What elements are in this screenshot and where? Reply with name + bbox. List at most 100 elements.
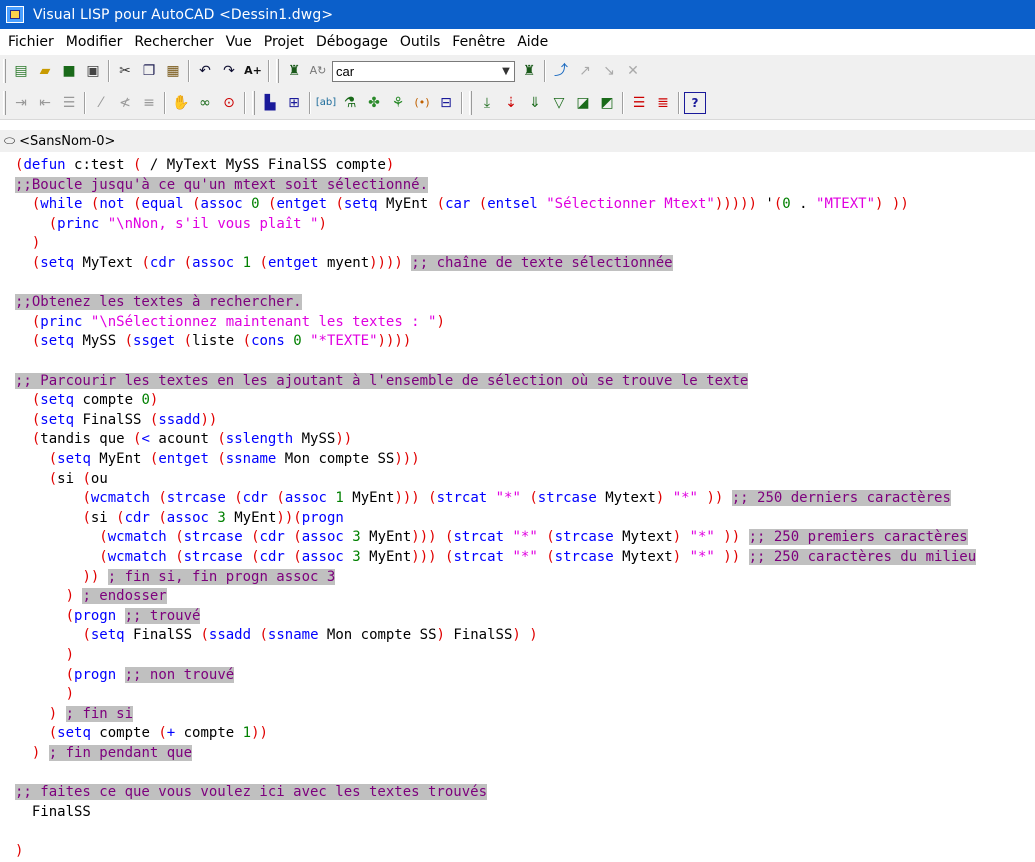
step-into-icon[interactable]: ⤓ [476,92,498,114]
menu-fichier[interactable]: Fichier [2,34,60,50]
toolbar-grip[interactable] [276,59,279,83]
menu-fenetre[interactable]: Fenêtre [446,34,511,50]
replace-icon[interactable]: A↻ [307,60,329,82]
cut-icon[interactable]: ✂ [114,60,136,82]
inspect-icon[interactable]: [ab] [315,92,337,114]
code-line[interactable]: (princ "\nNon, s'il vous plaît ") [15,215,327,235]
menu-outils[interactable]: Outils [394,34,446,50]
find-icon[interactable]: ♜ [283,60,305,82]
complete-word-icon[interactable]: A+ [242,60,264,82]
code-line[interactable]: (si (cdr (assoc 3 MyEnt))(progn [15,509,343,529]
code-line[interactable]: (tandis que (< acount (sslength MySS)) [15,430,352,450]
code-line[interactable]: (wcmatch (strcase (cdr (assoc 1 MyEnt)))… [15,489,951,509]
code-line[interactable]: ;;Obtenez les textes à rechercher. [15,293,302,313]
code-function: assoc [192,255,235,271]
document-tab[interactable]: ⬭ <SansNom-0> [0,134,115,149]
code-line[interactable]: (setq compte 0) [15,391,158,411]
code-line[interactable]: ) [15,842,23,862]
code-symbol: MyEnt [225,509,277,526]
previous-bookmark-icon[interactable]: ↘ [598,60,620,82]
code-line[interactable]: (setq FinalSS (ssadd (ssname Mon compte … [15,626,537,646]
code-line[interactable]: FinalSS [15,803,91,823]
code-symbol [15,745,32,761]
toolbar-grip[interactable] [3,91,6,115]
code-line[interactable]: ;; faites ce que vous voulez ici avec le… [15,783,488,803]
code-line[interactable]: (princ "\nSélectionnez maintenant les te… [15,313,445,333]
comment-icon[interactable]: ⁄ [90,92,112,114]
menu-aide[interactable]: Aide [511,34,554,50]
new-file-icon[interactable]: ▤ [10,60,32,82]
step-over-icon[interactable]: ⇣ [500,92,522,114]
indent-block-icon[interactable]: ☰ [58,92,80,114]
menu-projet[interactable]: Projet [258,34,310,50]
code-line[interactable]: (setq MyText (cdr (assoc 1 (entget myent… [15,254,673,274]
code-line[interactable]: (si (ou [15,470,108,490]
code-line[interactable]: (setq MySS (ssget (liste (cons 0 "*TEXTE… [15,332,411,352]
code-line[interactable]: (while (not (equal (assoc 0 (entget (set… [15,195,909,215]
save-icon[interactable]: ■ [58,60,80,82]
code-line[interactable]: (defun c:test ( / MyText MySS FinalSS co… [15,156,394,176]
code-number: 0 [782,196,791,213]
activate-autocad-icon[interactable]: ▙ [259,92,281,114]
print-icon[interactable]: ▣ [82,60,104,82]
code-line[interactable]: ) ; fin si [15,705,134,725]
apropos-icon[interactable]: ✤ [363,92,385,114]
code-function: entsel [487,196,538,213]
last-break-icon[interactable]: ≣ [652,92,674,114]
unindent-icon[interactable]: ⇤ [34,92,56,114]
step-out-icon[interactable]: ⇓ [524,92,546,114]
menu-vue[interactable]: Vue [220,34,258,50]
code-line[interactable]: ;; Parcourir les textes en les ajoutant … [15,372,749,392]
trace-icon[interactable]: ⚘ [387,92,409,114]
menu-debogage[interactable]: Débogage [310,34,394,50]
indent-icon[interactable]: ⇥ [10,92,32,114]
paste-icon[interactable]: ▦ [162,60,184,82]
next-bookmark-icon[interactable]: ↗ [574,60,596,82]
check-selection-icon[interactable]: ∞ [194,92,216,114]
help-icon[interactable]: ? [684,92,706,114]
toolbar-grip[interactable] [252,91,255,115]
copy-icon[interactable]: ❐ [138,60,160,82]
toggle-bookmark-icon[interactable]: ⤴ [550,60,572,82]
search-combo[interactable]: car ▼ [332,60,515,82]
code-line[interactable]: ) ; endosser [15,587,167,607]
code-line[interactable]: (progn ;; trouvé [15,607,201,627]
open-icon[interactable]: ▰ [34,60,56,82]
console-icon[interactable]: ⊟ [435,92,457,114]
redo-icon[interactable]: ↷ [218,60,240,82]
code-line[interactable]: (setq MyEnt (entget (ssname Mon compte S… [15,450,420,470]
quit-icon[interactable]: ◪ [572,92,594,114]
code-line[interactable]: (wcmatch (strcase (cdr (assoc 3 MyEnt)))… [15,548,977,568]
format-icon[interactable]: ≡ [138,92,160,114]
clear-bookmarks-icon[interactable]: ✕ [622,60,644,82]
code-line[interactable]: ) ; fin pendant que [15,744,193,764]
menu-rechercher[interactable]: Rechercher [128,34,219,50]
code-line[interactable]: )) ; fin si, fin progn assoc 3 [15,568,336,588]
undo-icon[interactable]: ↶ [194,60,216,82]
symbol-service-icon[interactable]: (•) [411,92,433,114]
code-line[interactable]: ;;Boucle jusqu'à ce qu'un mtext soit sél… [15,176,429,196]
toggle-breakpoint-icon[interactable]: ☰ [628,92,650,114]
code-line[interactable]: (setq compte (+ compte 1)) [15,724,268,744]
watch-icon[interactable]: ⚗ [339,92,361,114]
toolbar-row-1: ▤ ▰ ■ ▣ ✂ ❐ ▦ ↶ ↷ A+ ♜ A↻ car ▼ ♜ ⤴ ↗ ↘ … [0,55,1035,87]
code-number: 3 [352,549,361,565]
toolbar-grip[interactable] [469,91,472,115]
menu-modifier[interactable]: Modifier [60,34,129,50]
code-editor[interactable]: (defun c:test ( / MyText MySS FinalSS co… [0,153,1035,862]
find-toolbar-icon[interactable]: ♜ [518,60,540,82]
code-line[interactable]: (wcmatch (strcase (cdr (assoc 3 MyEnt)))… [15,528,968,548]
code-line[interactable]: (progn ;; non trouvé [15,666,235,686]
code-line[interactable]: ) [15,234,40,254]
uncomment-icon[interactable]: ≮ [114,92,136,114]
code-line[interactable]: ) [15,685,74,705]
code-line[interactable]: ) [15,646,74,666]
code-line[interactable]: (setq FinalSS (ssadd)) [15,411,217,431]
load-selection-icon[interactable]: ✋ [170,92,192,114]
reset-icon[interactable]: ◩ [596,92,618,114]
load-file-icon[interactable]: ⊙ [218,92,240,114]
chevron-down-icon[interactable]: ▼ [498,62,514,81]
continue-icon[interactable]: ▽ [548,92,570,114]
toolbar-grip[interactable] [3,59,6,83]
build-output-icon[interactable]: ⊞ [283,92,305,114]
